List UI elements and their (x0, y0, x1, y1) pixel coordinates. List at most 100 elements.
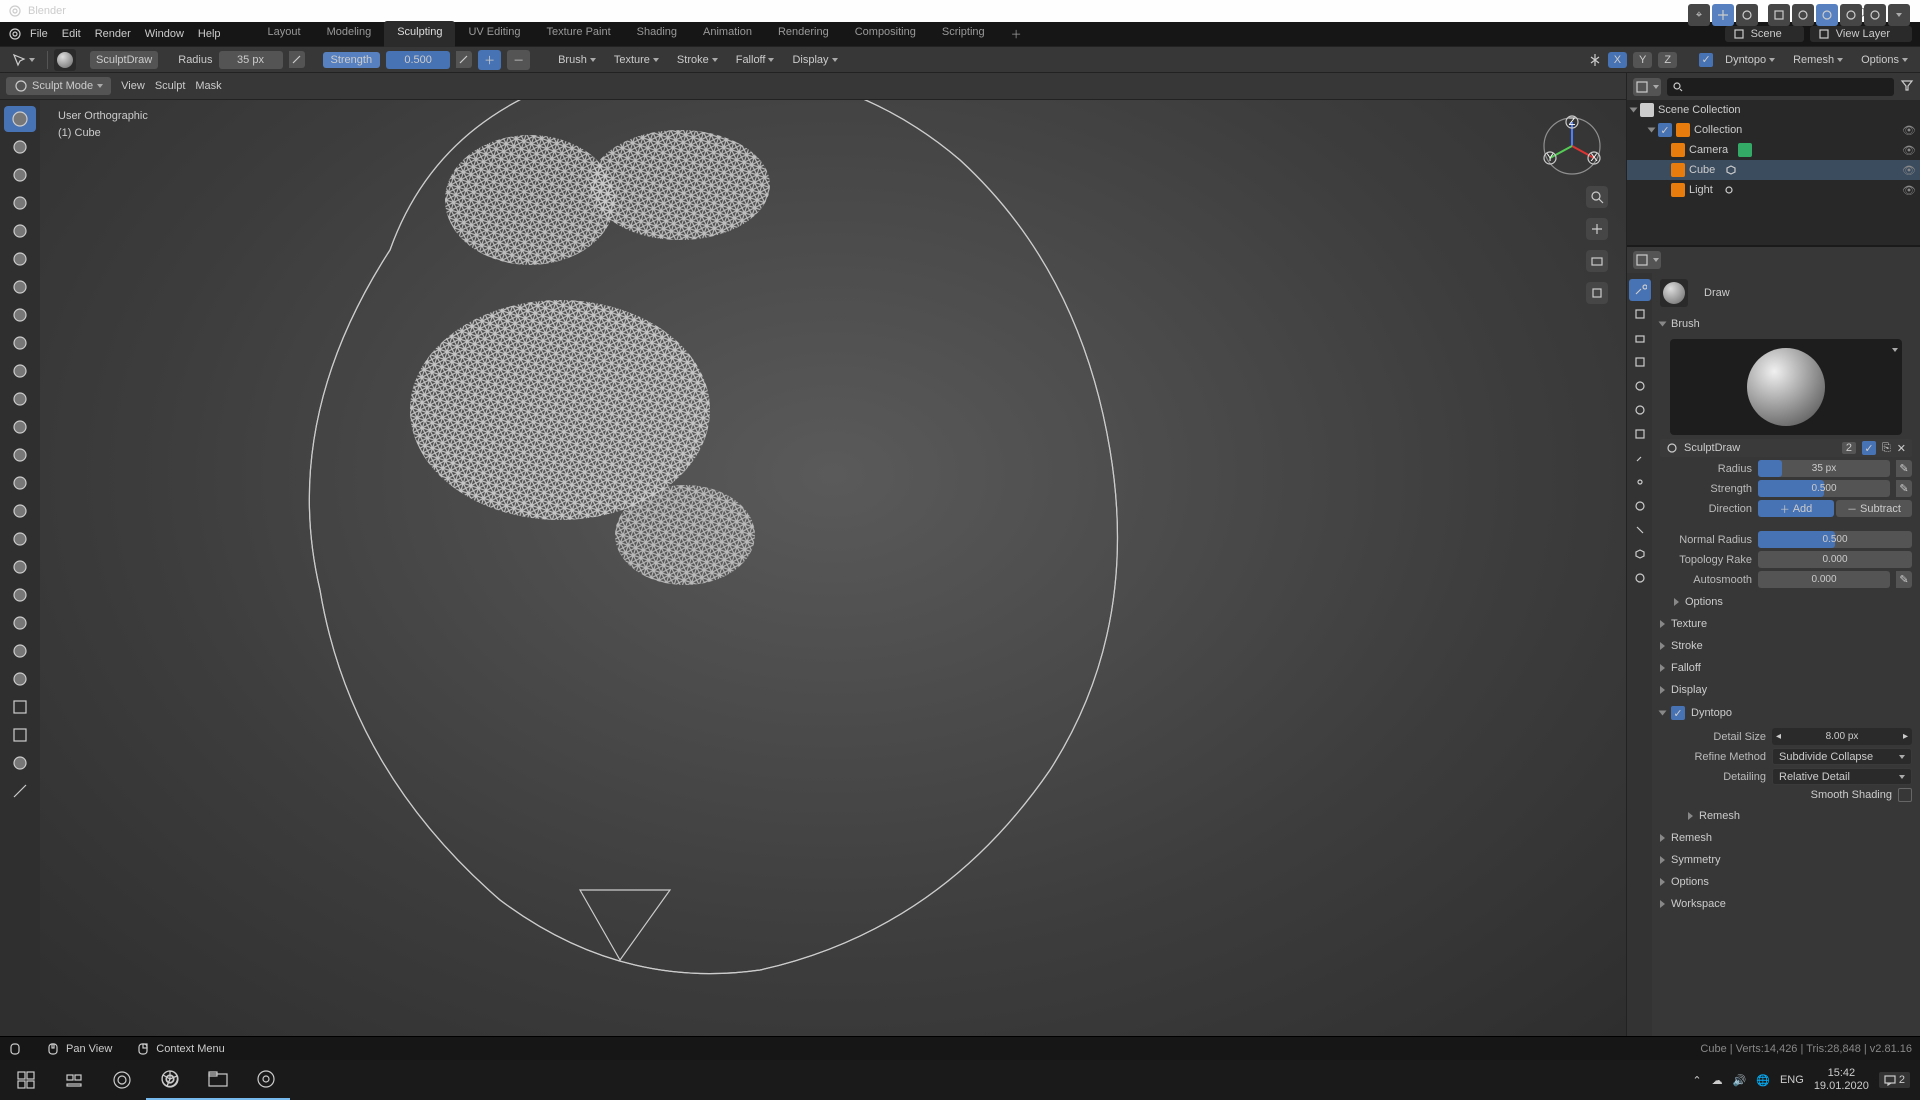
tab-texture-paint[interactable]: Texture Paint (533, 21, 623, 47)
tool-inflate[interactable] (4, 218, 36, 244)
tool-annotate[interactable] (4, 778, 36, 804)
prop-tab-world[interactable] (1629, 399, 1651, 421)
detailing-dropdown[interactable]: Relative Detail (1772, 768, 1912, 785)
unlink-brush-icon[interactable]: ✕ (1897, 442, 1906, 455)
visibility-icon[interactable]: 👁 (1902, 144, 1916, 157)
brush-datablock[interactable]: SculptDraw 2 ✓ ⎘ ✕ (1660, 439, 1912, 457)
prop-tab-scene[interactable] (1629, 375, 1651, 397)
menu-edit[interactable]: Edit (62, 28, 81, 40)
prop-tab-tool[interactable] (1629, 279, 1651, 301)
overlay-toggle[interactable] (1736, 4, 1758, 26)
tool-box-hide[interactable] (4, 722, 36, 748)
radius-field[interactable]: 35 px (219, 51, 283, 69)
viewlayer-selector[interactable]: View Layer (1810, 26, 1912, 42)
prop-tab-render[interactable] (1629, 303, 1651, 325)
prop-tab-object[interactable] (1629, 423, 1651, 445)
section-display[interactable]: Display (1660, 679, 1912, 701)
shading-wireframe[interactable] (1792, 4, 1814, 26)
section-dyntopo[interactable]: ✓Dyntopo (1660, 701, 1912, 725)
options-dropdown[interactable]: Options (1855, 52, 1914, 68)
section-options2[interactable]: Options (1660, 871, 1912, 893)
direction-subtract-btn[interactable]: －Subtract (1836, 500, 1912, 517)
tab-rendering[interactable]: Rendering (765, 21, 842, 47)
strength-pressure[interactable]: ✎ (1896, 480, 1912, 497)
tray-volume-icon[interactable]: 🔊 (1733, 1074, 1747, 1087)
tool-pinch[interactable] (4, 414, 36, 440)
stroke-dropdown[interactable]: Stroke (671, 52, 724, 68)
fake-user-toggle[interactable]: ✓ (1862, 441, 1876, 455)
tool-nudge[interactable] (4, 582, 36, 608)
tool-mesh-filter[interactable] (4, 750, 36, 776)
tab-compositing[interactable]: Compositing (842, 21, 929, 47)
mirror-z[interactable]: Z (1658, 52, 1677, 68)
section-remesh[interactable]: Remesh (1660, 827, 1912, 849)
direction-add[interactable]: ＋ (478, 50, 501, 70)
visibility-icon[interactable]: 👁 (1902, 184, 1916, 197)
prop-tab-viewlayer[interactable] (1629, 351, 1651, 373)
tool-flatten[interactable] (4, 330, 36, 356)
prop-tab-particle[interactable] (1629, 471, 1651, 493)
detail-size-slider[interactable]: ◂8.00 px▸ (1772, 728, 1912, 745)
prop-tab-material[interactable] (1629, 567, 1651, 589)
tool-pose[interactable] (4, 554, 36, 580)
radius-pressure-toggle[interactable] (289, 51, 305, 68)
dyntopo-dropdown[interactable]: Dyntopo (1719, 52, 1781, 68)
visibility-icon[interactable]: 👁 (1902, 164, 1916, 177)
prop-tab-output[interactable] (1629, 327, 1651, 349)
cursor-tool[interactable] (6, 51, 41, 69)
tool-scrape[interactable] (4, 386, 36, 412)
section-symmetry[interactable]: Symmetry (1660, 849, 1912, 871)
pan-icon[interactable] (1586, 218, 1608, 240)
menu-sculpt[interactable]: Sculpt (155, 80, 186, 92)
tool-thumb[interactable] (4, 526, 36, 552)
outliner-item-camera[interactable]: Camera 👁 (1627, 140, 1920, 160)
tab-uv[interactable]: UV Editing (455, 21, 533, 47)
menu-render[interactable]: Render (95, 28, 131, 40)
tab-modeling[interactable]: Modeling (314, 21, 385, 47)
brush-thumbnail-icon[interactable] (54, 49, 76, 71)
outliner-scene-collection[interactable]: Scene Collection (1627, 100, 1920, 120)
dyntopo-checkbox[interactable]: ✓ (1699, 53, 1713, 67)
strength-pressure-toggle[interactable] (456, 51, 472, 68)
shading-matpreview[interactable] (1840, 4, 1862, 26)
shading-rendered[interactable] (1864, 4, 1886, 26)
outliner-item-cube[interactable]: Cube 👁 (1627, 160, 1920, 180)
tray-lang[interactable]: ENG (1780, 1074, 1804, 1086)
tool-mask[interactable] (4, 666, 36, 692)
tray-notifications[interactable]: 2 (1879, 1072, 1910, 1088)
menu-window[interactable]: Window (145, 28, 184, 40)
dyntopo-remesh[interactable]: Remesh (1674, 805, 1912, 827)
outliner-collection[interactable]: ✓Collection 👁 (1627, 120, 1920, 140)
tool-simplify[interactable] (4, 638, 36, 664)
menu-mask[interactable]: Mask (195, 80, 221, 92)
outliner-display-mode[interactable] (1633, 78, 1661, 96)
outliner-search[interactable] (1667, 78, 1894, 96)
tray-network-icon[interactable]: 🌐 (1756, 1074, 1770, 1087)
xray-toggle[interactable] (1768, 4, 1790, 26)
axis-gizmo[interactable]: Z X Y (1540, 114, 1604, 178)
tab-sculpting[interactable]: Sculpting (384, 21, 455, 47)
tray-onedrive-icon[interactable]: ☁ (1712, 1074, 1723, 1087)
gizmo-toggle[interactable] (1712, 4, 1734, 26)
mode-selector[interactable]: Sculpt Mode (6, 77, 111, 95)
brush-panel-header[interactable]: Brush (1660, 313, 1912, 335)
properties-editor-type[interactable] (1633, 251, 1661, 269)
taskbar-chrome[interactable] (146, 1060, 194, 1100)
brush-preview[interactable] (1670, 339, 1902, 435)
new-brush-icon[interactable]: ⎘ (1882, 442, 1891, 455)
tool-box-mask[interactable] (4, 694, 36, 720)
brush-preview-expand[interactable] (1892, 343, 1898, 355)
autosmooth-pressure[interactable]: ✎ (1896, 571, 1912, 588)
tab-layout[interactable]: Layout (255, 21, 314, 47)
direction-subtract[interactable]: － (507, 50, 530, 70)
scene-selector[interactable]: Scene (1725, 26, 1804, 42)
tool-clay-strips[interactable] (4, 162, 36, 188)
view-selectability[interactable]: ⌖ (1688, 4, 1710, 26)
tray-chevron-icon[interactable]: ⌃ (1692, 1074, 1701, 1087)
texture-dropdown[interactable]: Texture (608, 52, 665, 68)
prop-tab-data[interactable] (1629, 543, 1651, 565)
viewport[interactable]: User Orthographic (1) Cube (0, 100, 1626, 1036)
strength-slider[interactable]: 0.500 (1758, 480, 1890, 497)
sculpted-mesh[interactable] (240, 100, 1200, 1010)
tool-rotate[interactable] (4, 610, 36, 636)
